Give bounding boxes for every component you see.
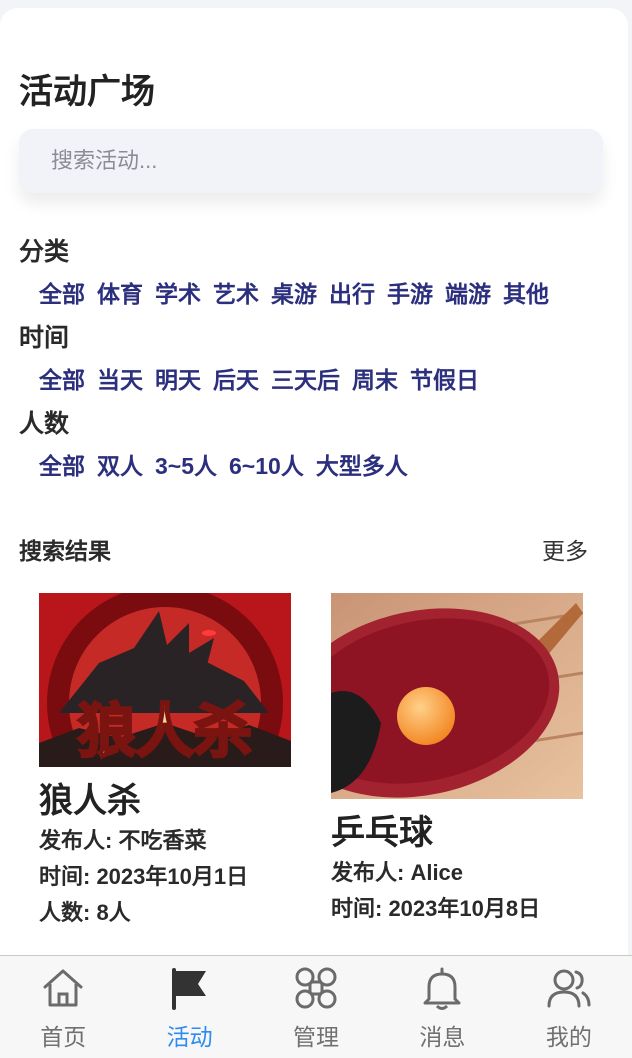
tab-label: 消息 xyxy=(419,1024,466,1050)
people-option-all[interactable]: 全部 xyxy=(39,447,85,481)
time-filter-title: 时间 xyxy=(19,324,70,352)
results-title: 搜索结果 xyxy=(19,538,111,564)
activity-title: 乒乓球 xyxy=(331,814,433,852)
werewolf-image: 狼人杀 xyxy=(39,593,291,767)
category-option-travel[interactable]: 出行 xyxy=(329,275,375,309)
people-options: 全部 双人 3~5人 6~10人 大型多人 xyxy=(39,448,420,480)
time-option-tomorrow[interactable]: 明天 xyxy=(155,361,201,395)
more-link[interactable]: 更多 xyxy=(542,532,588,566)
category-options: 全部 体育 学术 艺术 桌游 出行 手游 端游 其他 xyxy=(39,276,561,308)
main-card: 活动广场 分类 全部 体育 学术 艺术 桌游 出行 手游 端游 其他 时间 全部… xyxy=(0,8,628,1008)
activity-people: 人数: 8人 xyxy=(39,900,131,925)
time-option-three-days-later[interactable]: 三天后 xyxy=(271,361,340,395)
time-options: 全部 当天 明天 后天 三天后 周末 节假日 xyxy=(39,362,491,394)
tab-label: 管理 xyxy=(293,1024,340,1050)
time-option-day-after[interactable]: 后天 xyxy=(213,361,259,395)
tab-label: 活动 xyxy=(166,1024,213,1050)
tab-label: 首页 xyxy=(40,1024,87,1050)
category-option-boardgame[interactable]: 桌游 xyxy=(271,275,317,309)
bell-icon xyxy=(421,966,463,1010)
werewolf-logo-text: 狼人杀 xyxy=(78,697,252,765)
people-option-6-10[interactable]: 6~10人 xyxy=(229,447,304,481)
time-option-holiday[interactable]: 节假日 xyxy=(410,361,479,395)
pingpong-image xyxy=(331,593,583,799)
people-option-3-5[interactable]: 3~5人 xyxy=(155,447,217,481)
category-option-all[interactable]: 全部 xyxy=(39,275,85,309)
category-option-academic[interactable]: 学术 xyxy=(155,275,201,309)
category-option-sports[interactable]: 体育 xyxy=(97,275,143,309)
category-filter-title: 分类 xyxy=(19,238,70,266)
time-option-all[interactable]: 全部 xyxy=(39,361,85,395)
user-icon xyxy=(546,966,592,1010)
time-option-weekend[interactable]: 周末 xyxy=(352,361,398,395)
tab-label: 我的 xyxy=(545,1024,592,1050)
activity-publisher: 发布人: Alice xyxy=(331,860,464,885)
category-option-art[interactable]: 艺术 xyxy=(213,275,259,309)
activity-time: 时间: 2023年10月8日 xyxy=(331,896,541,921)
tab-profile[interactable]: 我的 xyxy=(506,956,632,1058)
activity-publisher: 发布人: 不吃香菜 xyxy=(39,828,207,853)
search-box[interactable] xyxy=(19,129,603,193)
activity-time: 时间: 2023年10月1日 xyxy=(39,864,249,889)
tab-home[interactable]: 首页 xyxy=(0,956,126,1058)
activity-card-werewolf[interactable]: 狼人杀 狼人杀 发布人: 不吃香菜 时间: 2023年10月1日 人数: 8人 xyxy=(39,593,291,931)
category-option-pc-game[interactable]: 端游 xyxy=(445,275,491,309)
people-filter-title: 人数 xyxy=(19,410,70,438)
activity-title: 狼人杀 xyxy=(39,782,141,820)
flag-icon xyxy=(168,966,212,1010)
people-option-large[interactable]: 大型多人 xyxy=(316,447,408,481)
people-option-two[interactable]: 双人 xyxy=(97,447,143,481)
tab-manage[interactable]: 管理 xyxy=(253,956,379,1058)
grid-icon xyxy=(293,966,339,1010)
activity-card-pingpong[interactable]: 乒乓球 发布人: Alice 时间: 2023年10月8日 xyxy=(331,593,583,927)
page-title: 活动广场 xyxy=(19,73,155,111)
bottom-tab-bar: 首页 活动 管理 消息 我的 xyxy=(0,955,632,1058)
tab-activity[interactable]: 活动 xyxy=(126,956,252,1058)
time-option-today[interactable]: 当天 xyxy=(97,361,143,395)
home-icon xyxy=(41,966,85,1010)
search-input[interactable] xyxy=(19,129,571,193)
category-option-other[interactable]: 其他 xyxy=(503,275,549,309)
category-option-mobile-game[interactable]: 手游 xyxy=(387,275,433,309)
tab-messages[interactable]: 消息 xyxy=(379,956,505,1058)
